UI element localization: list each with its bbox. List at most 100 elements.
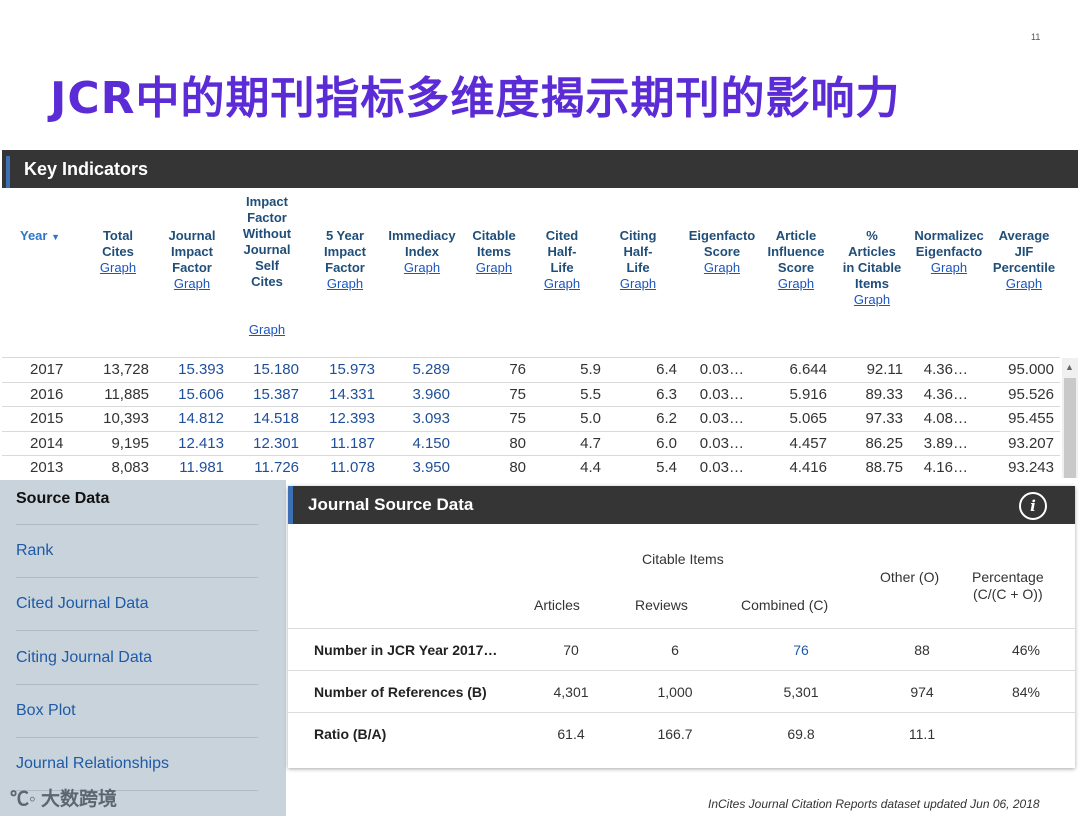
table-cell: 86.25 (865, 434, 903, 452)
table-cell: 75 (509, 385, 526, 403)
graph-link[interactable]: Graph (232, 322, 302, 338)
column-header-label: 5 Year Impact Factor (324, 228, 366, 275)
column-header: % Articles in Citable Items Graph (836, 228, 908, 308)
column-header-label: Average JIF Percentile (992, 228, 1056, 275)
graph-link[interactable]: Graph (310, 276, 380, 292)
column-header-label: Eigenfacto Score (688, 228, 756, 259)
table-cell: 6.3 (656, 385, 677, 403)
column-header-label: Total Cites (102, 228, 134, 259)
graph-link[interactable]: Graph (910, 260, 988, 276)
sidebar-heading: Source Data (16, 490, 110, 507)
table-cell: 4.7 (580, 434, 601, 452)
reviews-cell: 166.7 (657, 726, 693, 742)
table-cell: 13,728 (103, 361, 149, 378)
articles-header: Articles (534, 597, 580, 613)
table-row: 2017 13,728 15.393 15.180 15.973 5.289 76 5.9 6.… (2, 357, 1060, 382)
combined-cell[interactable]: 76 (793, 642, 809, 658)
table-cell: 97.33 (865, 410, 903, 427)
graph-link[interactable]: Graph (464, 260, 524, 276)
table-cell: 15.180 (253, 361, 299, 378)
column-header: Total Cites Graph (89, 228, 147, 276)
graph-link[interactable]: Graph (89, 260, 147, 276)
table-cell: 0.03… (699, 459, 744, 476)
table-cell: 5.9 (580, 361, 601, 378)
table-cell: 15.973 (329, 361, 375, 378)
info-icon[interactable]: i (1019, 492, 1047, 520)
table-cell: 15.387 (253, 385, 299, 403)
year-cell: 2014 (30, 434, 64, 452)
table-cell: 3.89… (923, 434, 968, 452)
table-cell: 75 (509, 410, 526, 427)
sidebar-item-journal-relationships[interactable]: Journal Relationships (16, 755, 169, 773)
percentage-cell: 84% (1011, 684, 1041, 700)
column-header-label: % Articles in Citable Items (842, 228, 902, 291)
column-header: Average JIF Percentile Graph (988, 228, 1060, 292)
table-cell: 8,083 (111, 459, 149, 476)
scroll-thumb[interactable] (1064, 378, 1076, 478)
brand-name: 大数跨境 (41, 789, 118, 810)
table-cell: 6.644 (789, 361, 827, 378)
reviews-cell: 1,000 (657, 684, 693, 700)
table-cell: 5.289 (412, 361, 450, 378)
table-cell: 11.726 (254, 459, 299, 476)
table-cell: 0.03… (699, 410, 744, 427)
table-cell: 6.4 (656, 361, 677, 378)
sidebar-item-cited-journal-data[interactable]: Cited Journal Data (16, 595, 149, 613)
table-cell: 11.187 (330, 434, 375, 452)
table-cell: 89.33 (865, 385, 903, 403)
articles-cell: 4,301 (553, 684, 589, 700)
row-label: Ratio (B/A) (314, 726, 387, 742)
graph-link[interactable]: Graph (608, 276, 668, 292)
sidebar-item-citing-journal-data[interactable]: Citing Journal Data (16, 649, 152, 667)
table-cell: 93.243 (1008, 459, 1054, 476)
other-cell: 974 (910, 684, 934, 700)
table-cell: 4.08… (923, 410, 968, 427)
table-cell: 5.4 (656, 459, 677, 476)
table-cell: 4.457 (789, 434, 827, 452)
table-row: 2015 10,393 14.812 14.518 12.393 3.093 75 5.0 6.… (2, 406, 1060, 431)
column-header: Impact Factor Without Journal Self Cites… (232, 194, 302, 338)
graph-link[interactable]: Graph (836, 292, 908, 308)
graph-link[interactable]: Graph (532, 276, 592, 292)
sidebar-item-rank[interactable]: Rank (16, 542, 53, 560)
table-cell: 12.393 (329, 410, 375, 427)
graph-link[interactable]: Graph (382, 260, 462, 276)
journal-source-data-header: Journal Source Data i (288, 486, 1075, 524)
year-sort-header[interactable]: Year ▼ (20, 228, 60, 243)
table-cell: 76 (509, 361, 526, 378)
table-cell: 0.03… (699, 361, 744, 378)
articles-cell: 61.4 (557, 726, 585, 742)
header-accent (6, 156, 10, 188)
table-cell: 4.4 (580, 459, 601, 476)
table-cell: 0.03… (699, 385, 744, 403)
graph-link[interactable]: Graph (988, 276, 1060, 292)
scroll-up-icon[interactable]: ▲ (1065, 362, 1074, 372)
table-cell: 5.5 (580, 385, 601, 403)
table-cell: 11.981 (179, 459, 224, 476)
combined-cell: 69.8 (787, 726, 815, 742)
column-header-label: Citable Items (472, 228, 516, 259)
header-accent (288, 486, 293, 524)
year-cell: 2017 (30, 361, 64, 378)
articles-cell: 70 (563, 642, 579, 658)
percentage-cell: 46% (1011, 642, 1041, 658)
sidebar-item-box-plot[interactable]: Box Plot (16, 702, 76, 720)
source-data-row: Number in JCR Year 2017… 70 6 76 88 46% (288, 628, 1075, 671)
sidebar-divider (16, 684, 258, 685)
table-cell: 6.0 (656, 434, 677, 452)
table-scrollbar[interactable]: ▲ (1062, 358, 1078, 478)
sort-down-icon: ▼ (51, 232, 61, 242)
table-cell: 0.03… (699, 434, 744, 452)
graph-link[interactable]: Graph (760, 276, 832, 292)
graph-link[interactable]: Graph (684, 260, 760, 276)
sidebar-divider (16, 737, 258, 738)
column-header: Normalizec Eigenfacto Graph (910, 228, 988, 276)
table-row: 2014 9,195 12.413 12.301 11.187 4.150 80 4.7 6.0… (2, 430, 1060, 456)
column-header-label: Normalizec Eigenfacto (914, 228, 984, 259)
column-header: Immediacy Index Graph (382, 228, 462, 276)
slide-number: 11 (1031, 32, 1041, 42)
graph-link[interactable]: Graph (157, 276, 227, 292)
dataset-footer-note: InCites Journal Citation Reports dataset… (708, 797, 1040, 811)
source-data-sidebar: Source Data Rank Cited Journal Data Citi… (0, 480, 286, 816)
table-cell: 4.36… (923, 361, 968, 378)
